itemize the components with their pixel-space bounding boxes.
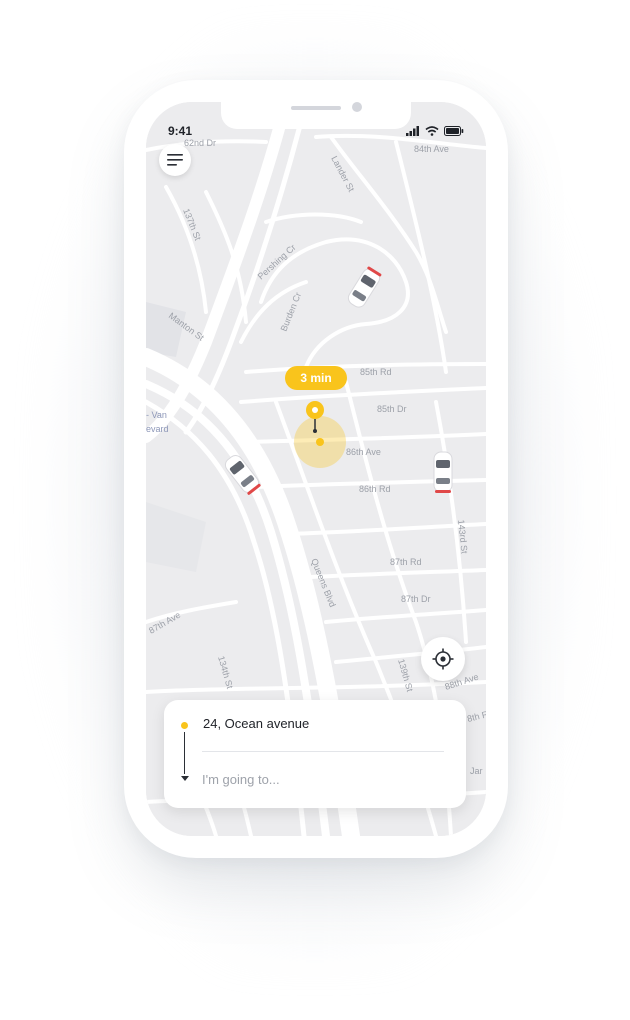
- origin-dot-icon: [181, 722, 188, 729]
- wifi-icon: [425, 126, 439, 136]
- street-label: evard: [146, 424, 169, 434]
- street-label: 87th Dr: [401, 594, 431, 604]
- eta-badge: 3 min: [285, 366, 347, 390]
- status-time: 9:41: [168, 124, 193, 138]
- phone-screen: 62nd Dr 84th Ave Lander St 137th St Pers…: [146, 102, 486, 836]
- card-divider: [202, 751, 444, 752]
- origin-address[interactable]: 24, Ocean avenue: [203, 716, 309, 731]
- stage: 62nd Dr 84th Ave Lander St 137th St Pers…: [0, 0, 630, 1020]
- street-label: 62nd Dr: [184, 138, 216, 148]
- street-label: 86th Ave: [346, 447, 381, 457]
- locate-button[interactable]: [421, 637, 465, 681]
- battery-icon: [444, 126, 464, 136]
- street-label: Jar: [470, 766, 483, 776]
- route-card: 24, Ocean avenue: [164, 700, 466, 808]
- camera: [352, 102, 362, 112]
- destination-arrow-icon: [181, 776, 189, 781]
- locate-icon: [432, 648, 454, 670]
- speaker: [291, 106, 341, 110]
- street-label: 85th Rd: [360, 367, 392, 377]
- car-icon: [433, 451, 453, 493]
- status-icons: [406, 126, 464, 136]
- menu-button[interactable]: [159, 144, 191, 176]
- street-label: 86th Rd: [359, 484, 391, 494]
- street-label: 85th Dr: [377, 404, 407, 414]
- menu-icon: [167, 154, 183, 166]
- route-line: [184, 732, 185, 774]
- signal-icon: [406, 126, 419, 136]
- street-label: - Van: [146, 410, 167, 420]
- destination-input[interactable]: [200, 768, 442, 790]
- current-location-dot: [316, 438, 324, 446]
- street-label: 87th Rd: [390, 557, 422, 567]
- street-label: 84th Ave: [414, 144, 449, 154]
- notch: [221, 102, 411, 129]
